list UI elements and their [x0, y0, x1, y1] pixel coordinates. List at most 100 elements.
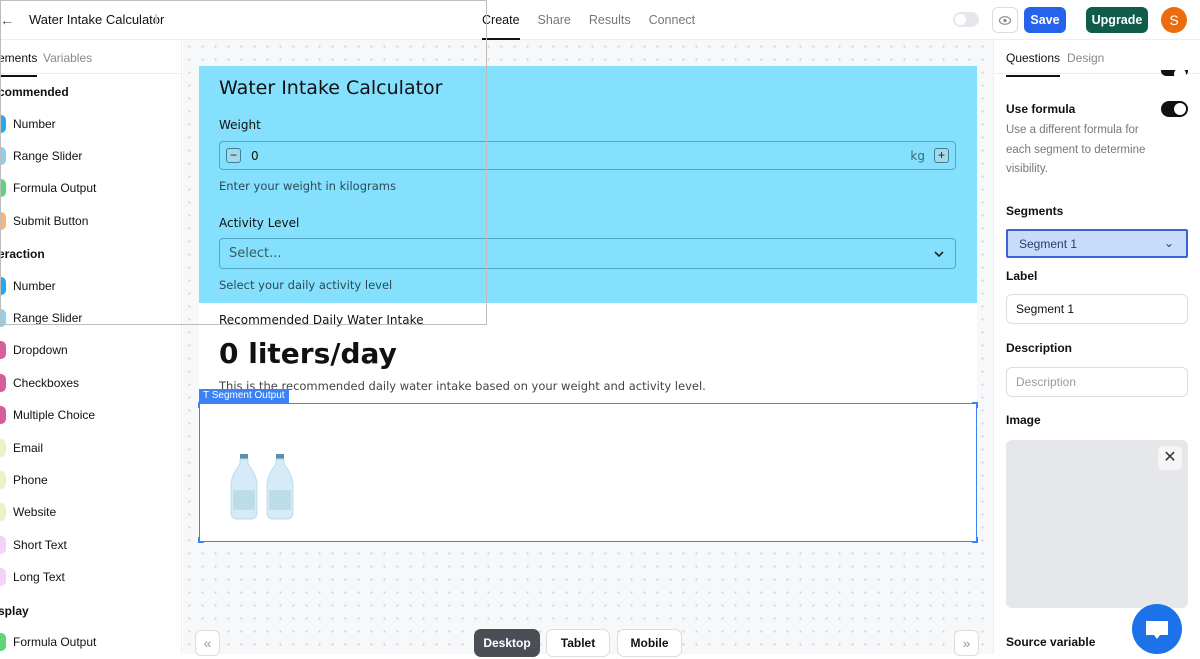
element-type-icon: [0, 309, 6, 327]
element-item[interactable]: Short Text: [0, 535, 67, 555]
form-title: Water Intake Calculator: [219, 77, 443, 99]
element-type-icon: [0, 276, 6, 295]
activity-select[interactable]: Select...: [219, 238, 956, 269]
weight-label: Weight: [219, 118, 261, 132]
back-arrow-icon[interactable]: ←: [0, 12, 14, 28]
element-item[interactable]: Email: [0, 438, 43, 458]
segment-output-block[interactable]: [198, 402, 978, 543]
segments-selected: Segment 1: [1019, 237, 1078, 251]
section-heading: splay: [0, 603, 29, 618]
element-item-label: Formula Output: [13, 181, 97, 196]
title-cursor: [155, 14, 157, 24]
properties-panel: Questions Design Use formula Use a diffe…: [993, 40, 1200, 654]
element-item-label: Submit Button: [13, 213, 89, 228]
chevron-down-icon: ⌄: [1163, 236, 1174, 250]
element-item[interactable]: Formula Output: [0, 178, 96, 198]
tab-questions[interactable]: Questions: [1006, 51, 1061, 77]
result-block[interactable]: Recommended Daily Water Intake 0 liters/…: [199, 303, 977, 403]
device-desktop[interactable]: Desktop: [474, 629, 540, 657]
element-item[interactable]: Range Slider: [0, 146, 82, 166]
segments-select[interactable]: Segment 1 ⌄: [1006, 229, 1188, 258]
element-item-label: Number: [13, 278, 56, 293]
tab-create[interactable]: Create: [482, 0, 520, 40]
app-title[interactable]: Water Intake Calculator: [29, 12, 164, 27]
element-item-label: Short Text: [13, 537, 67, 552]
activity-placeholder: Select...: [229, 246, 282, 261]
tab-share[interactable]: Share: [538, 0, 571, 40]
element-type-icon: [0, 503, 6, 522]
label-field-label: Label: [1006, 269, 1038, 283]
water-bottles-image: [230, 454, 294, 520]
resize-handle[interactable]: [198, 537, 204, 543]
resize-handle[interactable]: [198, 402, 204, 408]
section-heading: eraction: [0, 247, 45, 262]
element-item[interactable]: Website: [0, 502, 56, 522]
activity-help: Select your daily activity level: [219, 278, 393, 292]
element-item[interactable]: Number: [0, 276, 56, 296]
chat-button[interactable]: [1132, 604, 1182, 654]
close-icon[interactable]: ✕: [1158, 446, 1182, 470]
result-label: Recommended Daily Water Intake: [219, 313, 424, 327]
use-formula-description: Use a different formula for each segment…: [1006, 124, 1146, 175]
use-formula-label: Use formula: [1006, 102, 1076, 116]
use-formula-toggle[interactable]: [1161, 101, 1188, 117]
form-block[interactable]: Water Intake Calculator Weight − 0 kg + …: [199, 66, 977, 303]
element-item-label: Multiple Choice: [13, 408, 96, 423]
element-type-icon: [0, 179, 6, 198]
top-bar: ← Water Intake Calculator Create Share R…: [0, 0, 1200, 40]
tab-elements[interactable]: ements: [0, 51, 38, 77]
element-type-icon: [0, 373, 6, 392]
element-item[interactable]: Submit Button: [0, 211, 88, 231]
element-item[interactable]: Formula Output: [0, 632, 96, 652]
device-tablet[interactable]: Tablet: [546, 629, 610, 657]
element-item[interactable]: Dropdown: [0, 340, 68, 360]
left-tabs: ements Variables: [0, 40, 181, 77]
element-type-icon: [0, 438, 6, 457]
element-item-label: Range Slider: [13, 148, 83, 163]
section-heading: commended: [0, 85, 69, 99]
element-item[interactable]: Long Text: [0, 567, 65, 587]
weight-input[interactable]: − 0 kg +: [219, 141, 956, 170]
collapse-right-button[interactable]: »: [954, 630, 979, 656]
description-input[interactable]: Description: [1006, 367, 1188, 397]
plus-icon[interactable]: +: [934, 148, 949, 163]
element-item[interactable]: Range Slider: [0, 308, 82, 328]
tab-variables[interactable]: Variables: [43, 51, 92, 65]
element-item[interactable]: Checkboxes: [0, 373, 79, 393]
resize-handle[interactable]: [972, 537, 978, 543]
label-input[interactable]: Segment 1: [1006, 294, 1188, 324]
minus-icon[interactable]: −: [226, 148, 241, 163]
tab-results[interactable]: Results: [589, 0, 631, 40]
preview-button[interactable]: [992, 7, 1018, 33]
segment-output-label: Segment Output: [211, 390, 285, 401]
element-item[interactable]: Multiple Choice: [0, 405, 95, 425]
weight-help: Enter your weight in kilograms: [219, 179, 396, 193]
element-item[interactable]: Phone: [0, 470, 48, 490]
tab-design[interactable]: Design: [1067, 51, 1104, 65]
result-value: 0 liters/day: [219, 337, 397, 370]
upgrade-button[interactable]: Upgrade: [1086, 7, 1148, 33]
bottle-icon: [266, 454, 294, 520]
chevron-down-icon: [934, 251, 944, 258]
segment-output-tag[interactable]: T Segment Output: [199, 389, 289, 403]
resize-handle[interactable]: [972, 402, 978, 408]
element-item[interactable]: Number: [0, 114, 56, 134]
element-item-label: Formula Output: [13, 635, 97, 650]
header-toggle[interactable]: [953, 12, 979, 27]
save-button[interactable]: Save: [1024, 7, 1066, 33]
image-dropzone[interactable]: ✕: [1006, 440, 1188, 608]
avatar[interactable]: S: [1161, 7, 1187, 33]
chat-icon: [1146, 621, 1168, 639]
element-type-icon: [0, 341, 6, 360]
weight-value[interactable]: 0: [251, 149, 259, 163]
device-mobile[interactable]: Mobile: [617, 629, 682, 657]
tab-connect[interactable]: Connect: [649, 0, 696, 40]
element-type-icon: [0, 568, 6, 587]
element-item-label: Range Slider: [13, 311, 83, 325]
element-type-icon: [0, 114, 6, 133]
collapse-left-button[interactable]: «: [195, 630, 220, 656]
result-description: This is the recommended daily water inta…: [219, 379, 706, 393]
weight-unit: kg: [910, 149, 925, 163]
element-type-icon: [0, 146, 6, 165]
bottle-icon: [230, 454, 258, 520]
